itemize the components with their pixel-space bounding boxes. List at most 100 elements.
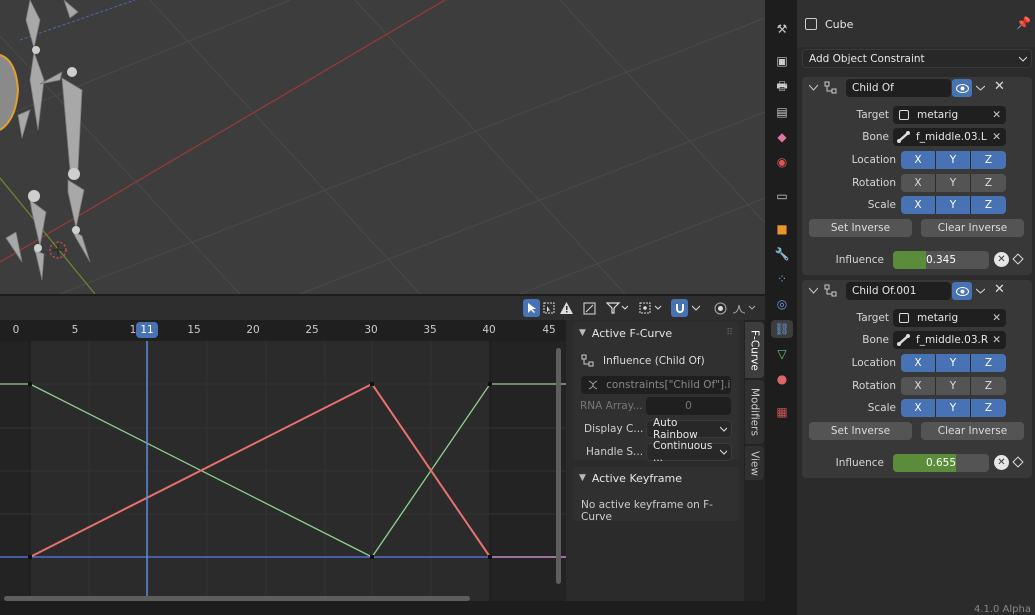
clear-inverse-button[interactable]: Clear Inverse: [921, 422, 1024, 440]
location-x-toggle[interactable]: X: [901, 354, 936, 372]
location-x-toggle[interactable]: X: [901, 151, 936, 169]
only-selected-icon[interactable]: [541, 299, 557, 317]
frame-ruler[interactable]: 0 5 1 15 20 25 30 35 40 45: [0, 320, 566, 341]
normalize-icon[interactable]: [580, 299, 598, 317]
data-path-field[interactable]: constraints["Child Of"].i...: [581, 376, 731, 394]
physics-icon[interactable]: ◎: [773, 295, 791, 313]
location-z-toggle[interactable]: Z: [971, 151, 1006, 169]
influence-slider[interactable]: 0.655: [893, 454, 989, 472]
target-field[interactable]: metarig ✕: [893, 309, 1006, 327]
collection-icon[interactable]: ▭: [773, 187, 791, 205]
frame-tick: 40: [482, 324, 496, 336]
rotation-x-toggle[interactable]: X: [901, 174, 936, 192]
rotation-y-toggle[interactable]: Y: [936, 174, 971, 192]
graph-editor-canvas[interactable]: [0, 341, 566, 601]
pin-icon[interactable]: 📌: [1016, 16, 1031, 30]
rna-array-label: RNA Array...: [580, 400, 643, 412]
bone-field[interactable]: f_middle.03.L ✕: [893, 128, 1006, 146]
scale-z-toggle[interactable]: Z: [971, 399, 1006, 417]
active-fcurve-header[interactable]: ▼ Active F-Curve ⠿: [573, 322, 739, 344]
clear-icon[interactable]: ✕: [992, 312, 1001, 324]
clear-inverse-button[interactable]: Clear Inverse: [921, 219, 1024, 237]
eye-icon[interactable]: [952, 79, 972, 97]
constraint-name-field[interactable]: Child Of: [846, 79, 951, 97]
rotation-x-toggle[interactable]: X: [901, 377, 936, 395]
3d-viewport[interactable]: [0, 0, 765, 294]
output-icon[interactable]: 🖶: [773, 78, 791, 96]
scale-x-toggle[interactable]: X: [901, 399, 936, 417]
tab-view[interactable]: View: [745, 446, 764, 480]
scale-y-toggle[interactable]: Y: [936, 196, 971, 214]
tab-modifiers[interactable]: Modifiers: [745, 380, 764, 444]
constraints-icon[interactable]: ⛓: [771, 320, 793, 338]
chevron-down-icon: [719, 449, 727, 455]
keyframe-diamond-icon[interactable]: [1012, 456, 1024, 468]
chevron-down-icon[interactable]: [809, 84, 818, 91]
data-icon[interactable]: ▽: [773, 345, 791, 363]
chevron-down-icon[interactable]: [976, 85, 985, 91]
falloff-curve-icon[interactable]: [731, 299, 759, 317]
scale-y-toggle[interactable]: Y: [936, 399, 971, 417]
active-fcurve-panel: ▼ Active F-Curve ⠿ Influence (Child Of) …: [573, 322, 739, 464]
chevron-down-icon: ▼: [579, 473, 586, 483]
active-keyframe-header[interactable]: ▼ Active Keyframe: [573, 467, 739, 489]
target-label: Target: [856, 109, 889, 121]
horizontal-scrollbar[interactable]: [4, 596, 470, 601]
keyframe-diamond-icon[interactable]: [1012, 253, 1024, 265]
set-inverse-button[interactable]: Set Inverse: [809, 422, 912, 440]
close-icon[interactable]: ✕: [994, 79, 1005, 94]
handle-smoothing-dropdown[interactable]: Continuous ...: [646, 440, 732, 464]
rotation-z-toggle[interactable]: Z: [971, 377, 1006, 395]
clear-icon[interactable]: ✕: [992, 334, 1001, 346]
tab-fcurve[interactable]: F-Curve: [745, 322, 764, 378]
render-icon[interactable]: ▣: [773, 52, 791, 70]
add-object-constraint-dropdown[interactable]: Add Object Constraint: [802, 49, 1032, 68]
snap-icon[interactable]: [671, 299, 688, 317]
target-field[interactable]: metarig ✕: [893, 106, 1006, 124]
child-of-icon: [824, 284, 837, 297]
scale-x-toggle[interactable]: X: [901, 196, 936, 214]
display-color-dropdown[interactable]: Auto Rainbow: [646, 417, 732, 441]
pivot-point-icon[interactable]: [638, 299, 666, 317]
scene-icon[interactable]: ◆: [773, 128, 791, 146]
influence-slider[interactable]: 0.345: [893, 251, 989, 269]
material-icon[interactable]: ●: [773, 370, 791, 388]
constraint-name-field[interactable]: Child Of.001: [846, 282, 951, 300]
close-icon[interactable]: ✕: [994, 282, 1005, 297]
location-z-toggle[interactable]: Z: [971, 354, 1006, 372]
disable-keep-transform-icon[interactable]: ✕: [994, 455, 1009, 470]
chevron-down-icon[interactable]: [976, 288, 985, 294]
vertical-scrollbar[interactable]: [556, 348, 561, 584]
tool-icon[interactable]: ⚒: [773, 20, 791, 38]
chevron-down-icon[interactable]: [809, 287, 818, 294]
drag-handle-icon[interactable]: ⠿: [726, 328, 733, 338]
rotation-z-toggle[interactable]: Z: [971, 174, 1006, 192]
current-frame-indicator[interactable]: 11: [136, 322, 158, 338]
location-y-toggle[interactable]: Y: [936, 151, 971, 169]
clear-icon[interactable]: ✕: [992, 131, 1001, 143]
display-color-label: Display C...: [584, 423, 644, 435]
view-layer-icon[interactable]: ▤: [773, 103, 791, 121]
modifiers-icon[interactable]: 🔧: [773, 245, 791, 263]
select-cursor-icon[interactable]: [523, 299, 540, 317]
texture-icon[interactable]: ▦: [773, 403, 791, 421]
location-y-toggle[interactable]: Y: [936, 354, 971, 372]
filter-icon[interactable]: [604, 299, 630, 317]
disable-keep-transform-icon[interactable]: ✕: [994, 252, 1009, 267]
world-icon[interactable]: ◉: [773, 153, 791, 171]
snap-menu-chevron-icon[interactable]: [689, 299, 703, 317]
object-mode-icon: [805, 18, 817, 30]
rna-array-index-field[interactable]: 0: [646, 397, 731, 415]
scale-z-toggle[interactable]: Z: [971, 196, 1006, 214]
object-icon[interactable]: ■: [773, 220, 791, 238]
bone-field[interactable]: f_middle.03.R ✕: [893, 331, 1006, 349]
proportional-edit-icon[interactable]: [711, 299, 729, 317]
particles-icon[interactable]: ⁘: [773, 270, 791, 288]
eye-icon[interactable]: [952, 282, 972, 300]
clear-icon[interactable]: ✕: [992, 109, 1001, 121]
warning-icon[interactable]: [558, 299, 575, 317]
rotation-y-toggle[interactable]: Y: [936, 377, 971, 395]
scale-toggles: X Y Z: [901, 399, 1006, 417]
set-inverse-button[interactable]: Set Inverse: [809, 219, 912, 237]
chevron-down-icon: [1019, 56, 1027, 62]
